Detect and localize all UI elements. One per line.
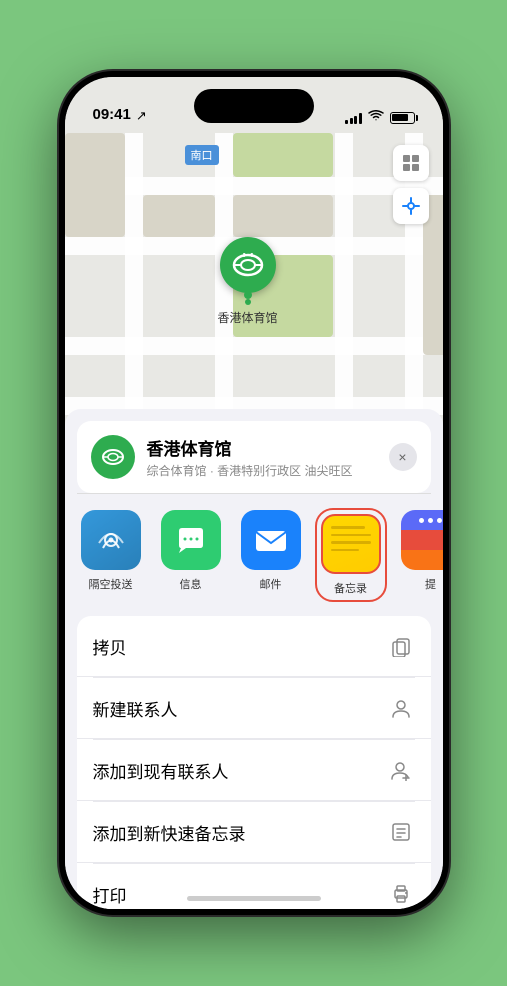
location-arrow-icon: ↗ [136, 108, 147, 124]
action-list: 拷贝 新建联系人 [77, 616, 431, 909]
venue-subtitle: 综合体育馆 · 香港特别行政区 油尖旺区 [147, 462, 389, 479]
pin-dot [244, 299, 250, 305]
messages-icon [161, 510, 221, 570]
wifi-icon [368, 110, 384, 125]
pin-label: 香港体育馆 [217, 309, 277, 326]
map-type-button[interactable] [393, 145, 429, 181]
pin-icon [219, 237, 275, 293]
quick-note-icon [387, 818, 415, 846]
action-add-contact-label: 添加到现有联系人 [93, 758, 229, 783]
share-item-messages[interactable]: 信息 [157, 510, 225, 600]
map-station-label: 南口 [185, 145, 219, 165]
status-icons [345, 110, 415, 125]
share-item-airdrop[interactable]: 隔空投送 [77, 510, 145, 600]
status-time: 09:41 [93, 106, 131, 125]
home-indicator [187, 896, 321, 901]
more-label: 提 [425, 576, 436, 592]
action-add-contact[interactable]: 添加到现有联系人 [77, 740, 431, 801]
new-contact-icon [387, 694, 415, 722]
copy-icon [387, 632, 415, 660]
airdrop-icon [81, 510, 141, 570]
action-quick-note[interactable]: 添加到新快速备忘录 [77, 802, 431, 863]
share-item-mail[interactable]: 邮件 [237, 510, 305, 600]
venue-name: 香港体育馆 [147, 435, 389, 460]
stadium-pin[interactable]: 香港体育馆 [217, 237, 277, 326]
phone-frame: 09:41 ↗ [59, 71, 449, 915]
notes-label: 备忘录 [334, 580, 367, 596]
action-copy-label: 拷贝 [93, 634, 127, 659]
more-icon [401, 510, 443, 570]
share-item-more[interactable]: 提 [397, 510, 443, 600]
action-print[interactable]: 打印 [77, 864, 431, 909]
location-button[interactable] [393, 188, 429, 224]
airdrop-label: 隔空投送 [89, 576, 133, 592]
venue-icon [91, 435, 135, 479]
print-icon [387, 880, 415, 908]
mail-label: 邮件 [260, 576, 282, 592]
action-new-contact[interactable]: 新建联系人 [77, 678, 431, 739]
action-quick-note-label: 添加到新快速备忘录 [93, 820, 246, 845]
notes-icon [321, 514, 381, 574]
signal-icon [345, 112, 362, 124]
mail-icon [241, 510, 301, 570]
map-controls[interactable] [393, 145, 429, 224]
action-copy[interactable]: 拷贝 [77, 616, 431, 677]
action-print-label: 打印 [93, 882, 127, 907]
messages-label: 信息 [180, 576, 202, 592]
dynamic-island [194, 89, 314, 123]
add-contact-icon [387, 756, 415, 784]
share-row: 隔空投送 信息 [65, 494, 443, 608]
phone-screen: 09:41 ↗ [65, 77, 443, 909]
close-button[interactable]: × [389, 443, 417, 471]
battery-icon [390, 112, 415, 124]
bottom-sheet: 香港体育馆 综合体育馆 · 香港特别行政区 油尖旺区 × [65, 409, 443, 909]
share-item-notes[interactable]: 备忘录 [317, 510, 385, 600]
venue-card: 香港体育馆 综合体育馆 · 香港特别行政区 油尖旺区 × [77, 421, 431, 493]
action-new-contact-label: 新建联系人 [93, 696, 178, 721]
venue-info: 香港体育馆 综合体育馆 · 香港特别行政区 油尖旺区 [147, 435, 389, 479]
